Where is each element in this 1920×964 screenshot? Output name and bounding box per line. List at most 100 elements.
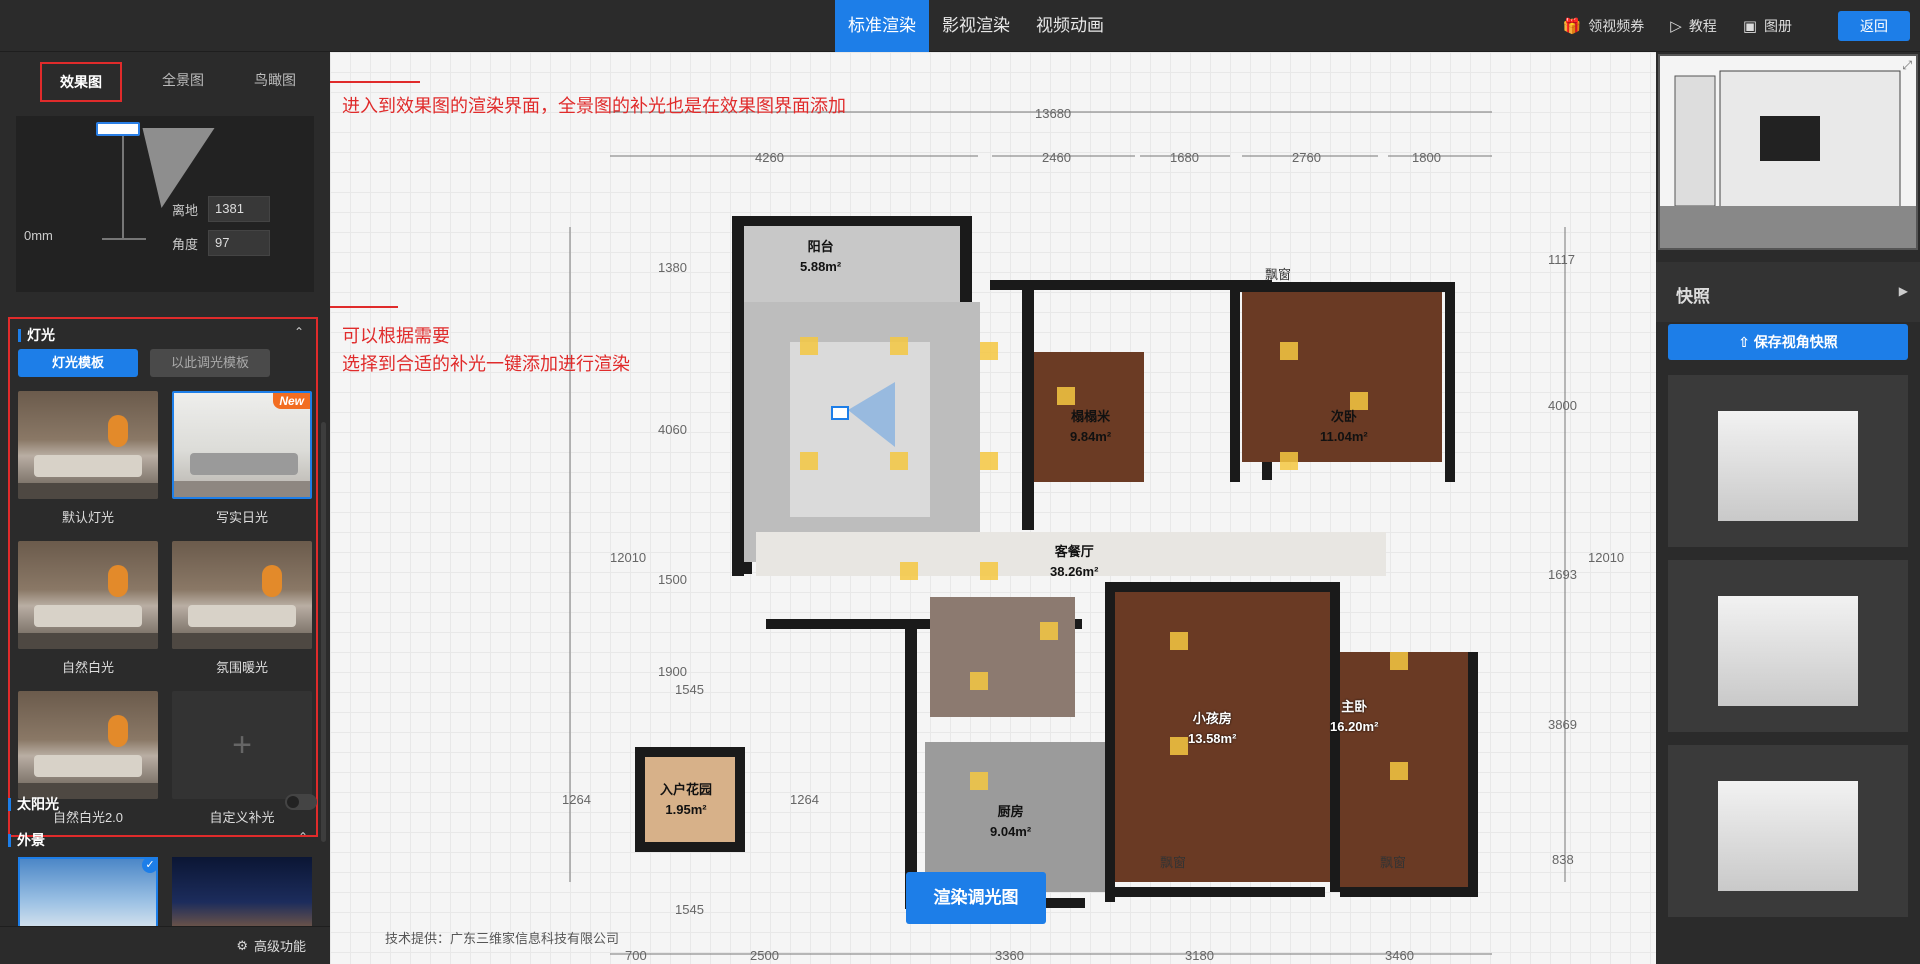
room-tatami[interactable]: 榻榻米 9.84m² (1070, 407, 1111, 447)
annotation-line-1: 可以根据需要 (342, 326, 450, 346)
upload-icon: ⇧ (1738, 334, 1750, 350)
snapshot-thumbnail[interactable] (1668, 745, 1908, 917)
top-bar: 标准渲染 影视渲染 视频动画 🎁 领视频券 ▷ 教程 ▣ 图册 返回 (0, 0, 1920, 52)
angle-input[interactable]: 97 (208, 230, 271, 256)
view-tabs: 效果图 全景图 鸟瞰图 (40, 62, 306, 102)
snapshot-thumbnail[interactable] (1668, 375, 1908, 547)
back-button[interactable]: 返回 (1838, 11, 1910, 41)
ground-height-input[interactable]: 1381 (208, 196, 271, 222)
light-template-daylight[interactable]: New 写实日光 (172, 391, 312, 526)
template-name: 默认灯光 (61, 510, 114, 525)
template-name: 自然白光 (61, 660, 114, 675)
dim-label: 4000 (1548, 398, 1577, 413)
template-name: 写实日光 (215, 510, 268, 525)
dim-label: 13680 (1035, 106, 1072, 121)
scene-thumbnail-day[interactable]: ✓ (18, 857, 158, 932)
tab-effect-image[interactable]: 效果图 (40, 62, 122, 102)
collapse-icon[interactable]: ⌃ (298, 830, 308, 844)
dim-label: 838 (1552, 852, 1574, 867)
snapshot-header: 快照 ▶ (1656, 262, 1920, 322)
room-kitchen[interactable]: 厨房 9.04m² (990, 802, 1031, 842)
room-entry-garden[interactable]: 入户花园 1.95m² (660, 780, 712, 820)
annotation-line-2: 选择到合适的补光一键添加进行渲染 (342, 354, 630, 374)
advanced-label: 高级功能 (253, 939, 306, 954)
panel-scrollbar[interactable] (321, 422, 326, 842)
gear-icon: ⚙ (236, 937, 248, 953)
room-second-bedroom[interactable]: 次卧 11.04m² (1320, 407, 1368, 447)
expand-arrow-icon[interactable]: ▶ (1899, 284, 1908, 298)
render-button[interactable]: 渲染调光图 (906, 872, 1046, 924)
save-snapshot-button[interactable]: ⇧ 保存视角快照 (1668, 324, 1908, 360)
dim-label: 1545 (675, 682, 704, 697)
advanced-features-button[interactable]: ⚙ 高级功能 (0, 926, 330, 964)
room-master-bedroom[interactable]: 主卧 16.20m² (1330, 697, 1378, 737)
dim-label: 1545 (675, 902, 704, 917)
collapse-icon[interactable]: ⌃ (294, 325, 304, 339)
render-mode-tabs: 标准渲染 影视渲染 视频动画 (835, 0, 1117, 52)
camera-settings: 0mm 离地 1381 角度 97 (16, 116, 314, 292)
room-living-dining[interactable]: 客餐厅 38.26m² (1050, 542, 1098, 582)
dim-label: 700 (625, 948, 647, 963)
template-thumbnail (18, 691, 158, 799)
angle-row: 角度 97 (172, 230, 271, 256)
dim-label: 12010 (610, 550, 647, 565)
light-template-warm[interactable]: 氛围暖光 (172, 541, 312, 676)
dim-label: 1380 (658, 260, 687, 275)
new-badge: New (273, 393, 310, 409)
dim-label: 1800 (1412, 150, 1441, 165)
scene-title: 外景 (8, 830, 45, 850)
tab-light-custom[interactable]: 以此调光模板 (150, 349, 270, 377)
height-axis (122, 128, 124, 238)
credit-text: 技术提供：广东三维家信息科技有限公司 (385, 931, 620, 946)
template-thumbnail (18, 541, 158, 649)
snapshot-thumbnail[interactable] (1668, 560, 1908, 732)
floorplan-canvas[interactable]: 进入到效果图的渲染界面，全景图的补光也是在效果图界面添加 可以根据需要 选择到合… (330, 52, 1656, 964)
light-template-natural-white[interactable]: 自然白光 (18, 541, 158, 676)
tutorial-label: 教程 (1688, 18, 1717, 34)
album-link[interactable]: ▣ 图册 (1743, 16, 1792, 36)
snapshot-title: 快照 (1676, 287, 1710, 306)
gift-icon: 🎁 (1562, 18, 1582, 35)
ground-line (102, 238, 146, 240)
dim-label: 1264 (562, 792, 591, 807)
annotation-effect-view: 进入到效果图的渲染界面，全景图的补光也是在效果图界面添加 (342, 96, 846, 116)
scene-thumbnail-night[interactable] (172, 857, 312, 932)
tab-film-render[interactable]: 影视渲染 (929, 0, 1023, 52)
dim-label: 3180 (1185, 948, 1214, 963)
room-kids-room[interactable]: 小孩房 13.58m² (1188, 709, 1236, 749)
plus-icon: + (172, 691, 312, 799)
template-name: 氛围暖光 (215, 660, 268, 675)
play-circle-icon: ▷ (1670, 18, 1682, 35)
dim-label: 4260 (755, 150, 784, 165)
light-tabs: 灯光模板 以此调光模板 (18, 349, 270, 377)
template-thumbnail (18, 391, 158, 499)
light-template-default[interactable]: 默认灯光 (18, 391, 158, 526)
dim-label: 4060 (658, 422, 687, 437)
right-panel: ⤢ 快照 ▶ ⇧ 保存视角快照 (1656, 52, 1920, 964)
tab-aerial[interactable]: 鸟瞰图 (244, 62, 306, 102)
dim-label: 2760 (1292, 150, 1321, 165)
camera-icon[interactable] (96, 122, 140, 136)
dim-label: 2460 (1042, 150, 1071, 165)
bay-window-label: 飘窗 (1265, 267, 1292, 282)
template-thumbnail (172, 541, 312, 649)
room-balcony[interactable]: 阳台 5.88m² (800, 237, 841, 277)
ground-label: 离地 (172, 202, 199, 218)
tab-standard-render[interactable]: 标准渲染 (835, 0, 929, 52)
light-section: 灯光 ⌃ 灯光模板 以此调光模板 默认灯光 New 写实日光 自然白光 氛围暖光… (8, 317, 318, 837)
dim-label: 1693 (1548, 567, 1577, 582)
coupon-link[interactable]: 🎁 领视频券 (1563, 16, 1645, 36)
light-title: 灯光 (18, 325, 55, 345)
render-preview[interactable]: ⤢ (1658, 54, 1918, 250)
bay-window-label: 飘窗 (1160, 855, 1187, 870)
expand-icon[interactable]: ⤢ (1902, 58, 1912, 73)
top-actions: 🎁 领视频券 ▷ 教程 ▣ 图册 返回 (1563, 0, 1910, 52)
template-thumbnail: New (172, 391, 312, 499)
coupon-label: 领视频券 (1588, 18, 1645, 34)
tab-video-animation[interactable]: 视频动画 (1023, 0, 1117, 52)
tutorial-link[interactable]: ▷ 教程 (1670, 16, 1717, 36)
tab-light-template[interactable]: 灯光模板 (18, 349, 138, 377)
tab-panorama[interactable]: 全景图 (152, 62, 214, 102)
height-label: 0mm (24, 228, 53, 243)
sun-toggle[interactable] (285, 794, 317, 810)
